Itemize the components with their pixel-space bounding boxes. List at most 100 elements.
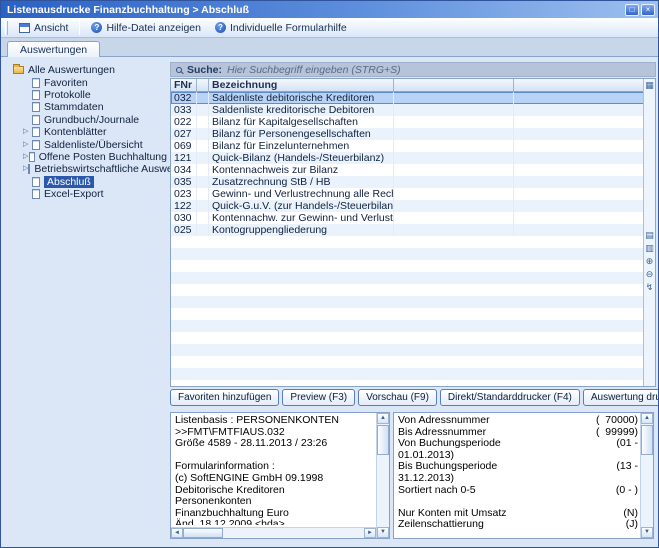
tree-item-offene-posten-buchhaltung[interactable]: ▷Offene Posten Buchhaltung <box>23 151 167 163</box>
scrollbar-thumb[interactable] <box>183 528 223 538</box>
parameter-label: 31.12.2013) <box>398 473 454 485</box>
scrollbar-thumb[interactable] <box>377 425 389 455</box>
tree-item-favoriten[interactable]: Favoriten <box>23 76 167 88</box>
zoom-in-icon[interactable]: ⊕ <box>644 255 655 268</box>
parameter-line: Zeilenschattierung(J) <box>398 519 638 531</box>
scroll-down-button[interactable]: ▼ <box>377 527 389 538</box>
expand-icon <box>23 101 32 113</box>
scroll-right-button[interactable]: ► <box>364 528 376 538</box>
cell-fnr: 122 <box>171 200 197 212</box>
cell-fnr: 025 <box>171 224 197 236</box>
ansicht-button[interactable]: Ansicht <box>12 20 75 36</box>
scroll-up-button[interactable]: ▲ <box>641 413 653 424</box>
app-window: Listenausdrucke Finanzbuchhaltung > Absc… <box>0 0 659 548</box>
parameter-value: ( 70000) <box>596 415 638 427</box>
search-bar[interactable]: Suche: Hier Suchbegriff eingeben (STRG+S… <box>170 62 656 77</box>
table-row-023[interactable]: 023 Gewinn- und Verlustrechnung alle Rec… <box>171 188 644 200</box>
cell-empty <box>394 188 514 200</box>
cell-bezeichnung: Saldenliste debitorische Kreditoren <box>209 92 394 104</box>
table-body: 032 Saldenliste debitorische Kreditoren … <box>171 92 644 236</box>
tree-item-label: Protokolle <box>44 89 91 101</box>
empty-rows-stripes <box>171 236 644 386</box>
add-favorites-button[interactable]: Favoriten hinzufügen <box>170 389 279 406</box>
scrollbar-thumb[interactable] <box>641 425 653 455</box>
title-bar: Listenausdrucke Finanzbuchhaltung > Absc… <box>1 1 658 18</box>
tree-item-grundbuch-journale[interactable]: Grundbuch/Journale <box>23 114 167 126</box>
document-icon <box>32 177 40 187</box>
cell-icon <box>197 188 209 200</box>
toolbar: Ansicht ? Hilfe-Datei anzeigen ? Individ… <box>1 18 658 38</box>
grid-icon[interactable]: ▦ <box>644 79 655 92</box>
tree-item-kontenblatter[interactable]: ▷ Kontenblätter <box>23 126 167 138</box>
toolbar-separator <box>79 21 80 35</box>
vertical-scrollbar[interactable]: ▲ ▼ <box>640 413 653 538</box>
document-icon <box>32 115 40 125</box>
parameter-line <box>398 496 638 508</box>
column-header-empty2[interactable] <box>514 79 644 91</box>
tree-item-betriebswirtschaftliche-auswertungen[interactable]: ▷Betriebswirtschaftliche Auswertungen <box>23 163 167 175</box>
preview-f3-button[interactable]: Preview (F3) <box>282 389 355 406</box>
parameter-line: Sortiert nach 0-5(0 - ) <box>398 485 638 497</box>
table-row-022[interactable]: 022 Bilanz für Kapitalgesellschaften <box>171 116 644 128</box>
parameters-panel: Von Adressnummer( 70000)Bis Adressnummer… <box>393 412 654 539</box>
table-row-069[interactable]: 069 Bilanz für Einzelunternehmen <box>171 140 644 152</box>
tree-item-abschluss[interactable]: Abschluß <box>23 176 167 188</box>
cell-bezeichnung: Gewinn- und Verlustrechnung alle Rechtsf… <box>209 188 394 200</box>
tree-item-saldenliste-ubersicht[interactable]: ▷Saldenliste/Übersicht <box>23 138 167 150</box>
individual-form-help-button[interactable]: ? Individuelle Formularhilfe <box>208 20 354 36</box>
details-icon[interactable]: ▥ <box>644 242 655 255</box>
tree-item-stammdaten[interactable]: Stammdaten <box>23 101 167 113</box>
zoom-out-icon[interactable]: ⊖ <box>644 268 655 281</box>
table-row-032[interactable]: 032 Saldenliste debitorische Kreditoren <box>171 92 644 104</box>
cell-bezeichnung: Zusatzrechnung StB / HB <box>209 176 394 188</box>
tree-item-protokolle[interactable]: Protokolle <box>23 89 167 101</box>
side-icon-strip: ▦ ▤▥⊕⊖↯ <box>643 79 655 386</box>
tree-item-alle-auswertungen[interactable]: Alle Auswertungen <box>13 64 167 76</box>
tree-item-label: Offene Posten Buchhaltung <box>39 151 167 163</box>
column-header-bezeichnung[interactable]: Bezeichnung <box>209 79 394 91</box>
table-row-034[interactable]: 034 Kontennachweis zur Bilanz <box>171 164 644 176</box>
table-row-030[interactable]: 030 Kontennachw. zur Gewinn- und Verlust… <box>171 212 644 224</box>
scroll-down-button[interactable]: ▼ <box>641 527 653 538</box>
tree-item-label: Stammdaten <box>44 101 104 113</box>
vertical-scrollbar[interactable]: ▲ ▼ <box>376 413 389 538</box>
cell-empty <box>394 104 514 116</box>
scroll-left-button[interactable]: ◄ <box>171 528 183 538</box>
flash-icon[interactable]: ↯ <box>644 281 655 294</box>
help-file-button[interactable]: ? Hilfe-Datei anzeigen <box>84 20 208 36</box>
strip-icon-cluster: ▤▥⊕⊖↯ <box>644 229 655 294</box>
direct-printer-f4-button[interactable]: Direkt/Standarddrucker (F4) <box>440 389 580 406</box>
tree-item-label: Kontenblätter <box>44 126 106 138</box>
document-icon <box>32 78 40 88</box>
table-row-027[interactable]: 027 Bilanz für Personengesellschaften <box>171 128 644 140</box>
tree-children: Favoriten Protokolle Stammdaten Grundbuc… <box>13 76 167 200</box>
table-row-033[interactable]: 033 Saldenliste kreditorische Debitoren <box>171 104 644 116</box>
vorschau-f9-button[interactable]: Vorschau (F9) <box>358 389 437 406</box>
cell-empty <box>394 92 514 104</box>
list-icon[interactable]: ▤ <box>644 229 655 242</box>
table-row-035[interactable]: 035 Zusatzrechnung StB / HB <box>171 176 644 188</box>
close-button[interactable]: × <box>641 4 655 16</box>
column-header-icon[interactable] <box>197 79 209 91</box>
expand-icon <box>23 114 32 126</box>
scroll-up-button[interactable]: ▲ <box>377 413 389 424</box>
cell-empty <box>514 152 644 164</box>
tree-item-excel-export[interactable]: Excel-Export <box>23 188 167 200</box>
print-report-button[interactable]: Auswertung drucken <box>583 389 659 406</box>
cell-fnr: 121 <box>171 152 197 164</box>
horizontal-scrollbar[interactable]: ◄ ► <box>171 527 376 538</box>
expand-icon[interactable]: ▷ <box>23 126 32 138</box>
column-header-empty1[interactable] <box>394 79 514 91</box>
table-row-121[interactable]: 121 Quick-Bilanz (Handels-/Steuerbilanz) <box>171 152 644 164</box>
parameter-label: Sortiert nach 0-5 <box>398 485 476 497</box>
parameter-label: Zeilenschattierung <box>398 519 484 531</box>
tab-strip: Auswertungen <box>1 38 658 57</box>
cell-bezeichnung: Kontogruppengliederung <box>209 224 394 236</box>
table-row-122[interactable]: 122 Quick-G.u.V. (zur Handels-/Steuerbil… <box>171 200 644 212</box>
cell-icon <box>197 224 209 236</box>
column-header-fnr[interactable]: FNr <box>171 79 197 91</box>
maximize-button[interactable]: □ <box>625 4 639 16</box>
cell-empty <box>514 224 644 236</box>
expand-icon[interactable]: ▷ <box>23 139 32 151</box>
table-row-025[interactable]: 025 Kontogruppengliederung <box>171 224 644 236</box>
